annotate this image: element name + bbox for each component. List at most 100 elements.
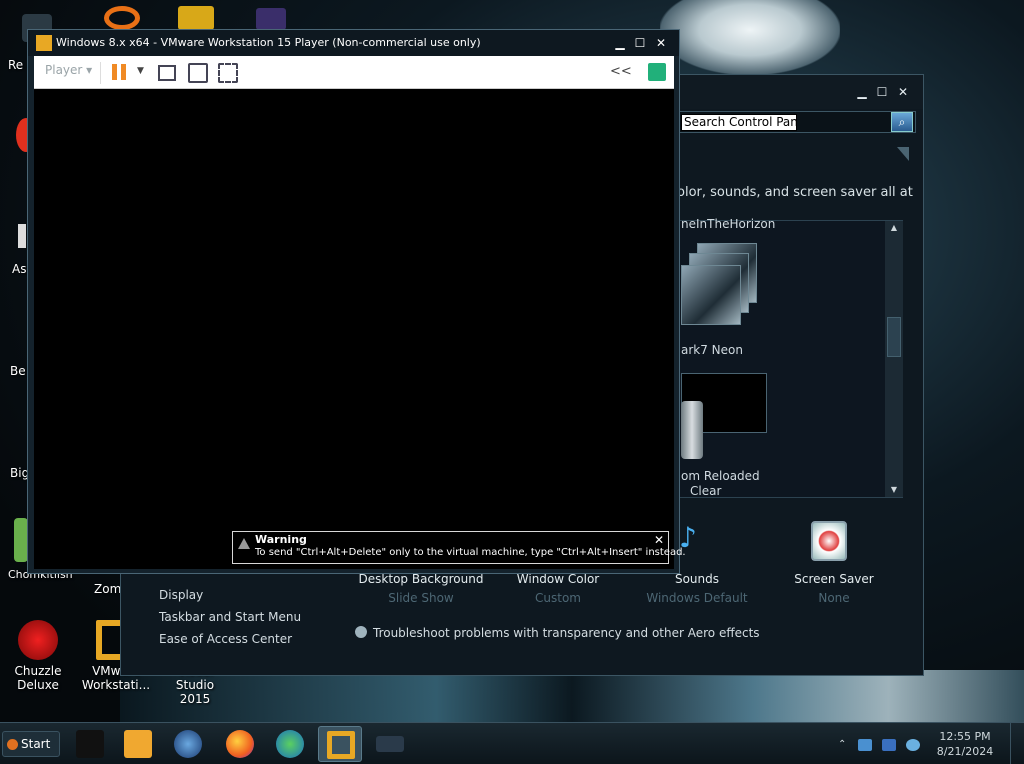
taskbar-media-player-app[interactable] [116,726,160,762]
wallpaper-bottom [120,670,1024,722]
close-button[interactable]: ✕ [894,84,912,100]
desktop-icon-label: 2015 [179,692,211,706]
notes-icon[interactable] [648,63,666,81]
desktop-label-partial-2: As [12,262,27,276]
scroll-thumb[interactable] [887,317,901,357]
theme-glass-preview [681,401,703,459]
vm-screen[interactable] [34,89,674,569]
desktop-icon-partial-4[interactable] [256,8,286,30]
installer-icon [276,730,304,758]
theme-name[interactable]: om Reloaded [681,469,760,483]
desktop-icon-partial-2[interactable] [104,6,140,30]
taskbar-vmware-app[interactable] [318,726,362,762]
sounds-button[interactable]: Sounds Windows Default [622,572,772,605]
link-taskbar-start-menu[interactable]: Taskbar and Start Menu [159,610,301,624]
desktop-icon-label: Deluxe [17,678,59,692]
troubleshoot-link[interactable]: Troubleshoot problems with transparency … [355,626,760,640]
scroll-down-icon[interactable]: ▼ [885,483,903,497]
show-desktop-button[interactable] [1010,723,1024,764]
taskbar-clock[interactable]: 12:55 PM 8/21/2024 [928,729,1002,759]
search-icon[interactable]: ⌕ [891,112,913,132]
theme-thumbnail-neon[interactable] [681,243,759,335]
desktop-icon-partial-7[interactable] [14,518,28,562]
link-display[interactable]: Display [159,588,203,602]
desktop-background-button[interactable]: Desktop Background Slide Show [346,572,496,605]
vmware-titlebar[interactable]: Windows 8.x x64 - VMware Workstation 15 … [28,30,679,56]
desktop-icon-partial-6[interactable] [18,224,26,248]
scroll-up-icon[interactable]: ▲ [885,221,903,235]
theme-scrollbar[interactable]: ▲ ▼ [885,221,903,497]
search-input[interactable]: Search Control Panel [681,114,797,131]
item-name: Desktop Background [358,572,484,586]
desktop-icon-label: Workstati... [81,678,151,692]
theme-name[interactable]: ark7 Neon [681,343,743,357]
unity-icon[interactable] [218,63,238,83]
vmware-window[interactable]: Windows 8.x x64 - VMware Workstation 15 … [27,29,680,574]
globe-icon [174,730,202,758]
collapse-library-button[interactable]: << [610,64,632,79]
firefox-icon [226,730,254,758]
network-icon[interactable] [858,739,872,751]
maximize-button[interactable]: ☐ [632,35,648,51]
taskbar-installer-app[interactable] [268,726,312,762]
start-button[interactable]: Start [2,731,60,757]
control-panel-search[interactable]: Search Control Panel ⌕ [676,111,916,133]
item-name: Sounds [674,572,720,586]
fullscreen-icon[interactable] [188,63,208,83]
show-hidden-icons-icon[interactable]: ⌃ [838,739,852,751]
desktop-label-partial-1: Re [8,58,24,72]
screen-saver-icon [811,521,847,561]
close-icon[interactable]: ✕ [654,533,664,547]
pause-icon[interactable] [112,64,126,80]
link-ease-of-access[interactable]: Ease of Access Center [159,632,292,646]
warning-title: Warning [255,533,307,546]
taskbar: Start ⌃ 12:55 PM 8/21/2024 [0,722,1024,764]
item-name: Window Color [516,572,600,586]
chevron-down-icon[interactable]: ▼ [137,66,144,76]
player-menu[interactable]: Player ▾ [45,63,92,77]
terminal-icon [76,730,104,758]
desktop-icon-chuzzle[interactable]: Chuzzle Deluxe [0,620,76,692]
taskbar-device-app[interactable] [368,726,412,762]
item-value: Slide Show [388,591,454,605]
maximize-button[interactable]: ☐ [873,84,891,100]
desktop-icon-partial-3[interactable] [178,6,214,30]
window-color-button[interactable]: Window Color Custom [483,572,633,605]
help-icon[interactable] [897,147,909,161]
windows-orb-icon [7,739,18,750]
wallpaper-figure [660,0,840,75]
vmware-icon [36,35,52,51]
display-icon[interactable] [882,739,896,751]
chuzzle-icon [18,620,58,660]
clock-time: 12:55 PM [939,730,991,743]
taskbar-globe-app[interactable] [166,726,210,762]
item-value: None [818,591,850,605]
close-button[interactable]: ✕ [653,35,669,51]
media-player-icon [124,730,152,758]
warning-body: To send "Ctrl+Alt+Delete" only to the vi… [255,547,686,558]
desktop-icon-label: Chuzzle [14,664,62,678]
vmware-icon [327,731,355,759]
warning-notification[interactable]: Warning To send "Ctrl+Alt+Delete" only t… [232,531,686,564]
volume-icon[interactable] [906,739,920,751]
item-value: Custom [535,591,581,605]
taskbar-terminal-app[interactable] [68,726,112,762]
warning-icon [238,538,250,549]
theme-subname: Clear [690,484,722,498]
theme-group-label: neInTheHorizon [681,217,776,231]
clock-date: 8/21/2024 [936,745,994,758]
device-icon [376,736,404,752]
screen-saver-button[interactable]: Screen Saver None [759,572,909,605]
shield-icon [355,626,367,638]
personalize-description: olor, sounds, and screen saver all at [677,185,913,200]
item-value: Windows Default [646,591,748,605]
taskbar-firefox-app[interactable] [218,726,262,762]
minimize-button[interactable]: ▁ [612,35,628,51]
troubleshoot-label: Troubleshoot problems with transparency … [373,626,760,640]
send-ctrl-alt-del-icon[interactable] [158,65,176,81]
item-name: Screen Saver [794,572,874,586]
toolbar-divider [100,62,101,84]
start-label: Start [21,737,51,751]
minimize-button[interactable]: ▁ [853,84,871,100]
desktop-label-partial-3: Be [10,364,26,378]
